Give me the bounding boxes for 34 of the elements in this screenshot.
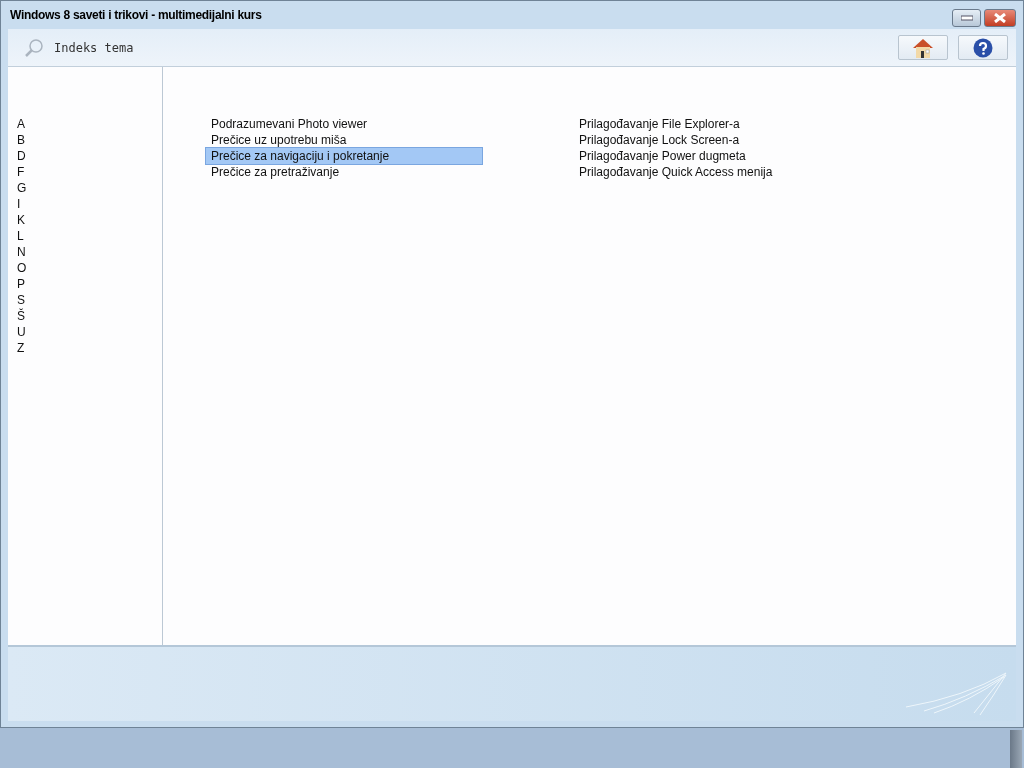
- index-letter[interactable]: Z: [17, 340, 162, 356]
- topic-link[interactable]: Prečice za navigaciju i pokretanje: [206, 148, 482, 164]
- index-letter[interactable]: Š: [17, 308, 162, 324]
- help-icon: [973, 37, 993, 58]
- index-letter[interactable]: N: [17, 244, 162, 260]
- topic-link[interactable]: Prečice za pretraživanje: [206, 164, 345, 180]
- index-title: Indeks tema: [54, 40, 134, 55]
- index-letter[interactable]: A: [17, 116, 162, 132]
- index-letter[interactable]: G: [17, 180, 162, 196]
- index-letter[interactable]: P: [17, 276, 162, 292]
- window-title: Windows 8 saveti i trikovi - multimedijalni kurs: [10, 8, 262, 22]
- topic-link[interactable]: Prečice uz upotrebu miša: [206, 132, 352, 148]
- help-button[interactable]: [958, 35, 1008, 60]
- index-letter[interactable]: B: [17, 132, 162, 148]
- topic-link[interactable]: Prilagođavanje Power dugmeta: [574, 148, 751, 164]
- topic-link[interactable]: Podrazumevani Photo viewer: [206, 116, 373, 132]
- home-button[interactable]: [898, 35, 948, 60]
- topic-link[interactable]: Prilagođavanje Lock Screen-a: [574, 132, 745, 148]
- close-button[interactable]: [984, 9, 1016, 27]
- house-icon: [911, 36, 935, 59]
- index-letter[interactable]: U: [17, 324, 162, 340]
- index-letter[interactable]: K: [17, 212, 162, 228]
- index-letter[interactable]: F: [17, 164, 162, 180]
- index-letter[interactable]: S: [17, 292, 162, 308]
- topic-link[interactable]: Prilagođavanje File Explorer-a: [574, 116, 745, 132]
- minimize-icon: [960, 15, 973, 21]
- index-letter[interactable]: L: [17, 228, 162, 244]
- index-letter[interactable]: D: [17, 148, 162, 164]
- close-icon: [994, 13, 1006, 23]
- index-letter[interactable]: O: [17, 260, 162, 276]
- index-letter[interactable]: I: [17, 196, 162, 212]
- topic-link[interactable]: Prilagođavanje Quick Access menija: [574, 164, 778, 180]
- minimize-button[interactable]: [952, 9, 981, 27]
- search-icon: [24, 37, 44, 58]
